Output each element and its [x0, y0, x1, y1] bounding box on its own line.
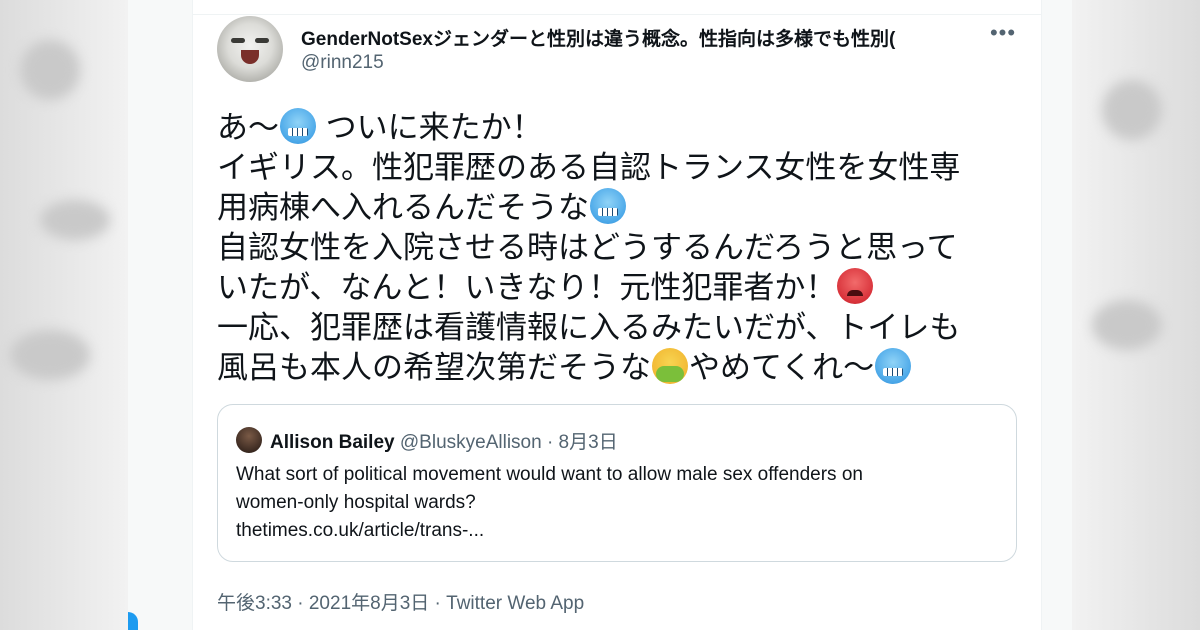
avatar-eye	[231, 38, 245, 43]
tweet-card: GenderNotSexジェンダーと性別は違う概念。性指向は多様でも性別( @r…	[192, 0, 1042, 630]
background-blob	[1102, 80, 1162, 140]
quoted-link[interactable]: thetimes.co.uk/article/trans-...	[236, 517, 996, 545]
cold-face-emoji-icon	[875, 348, 912, 384]
avatar-mouth	[241, 50, 259, 64]
avatar[interactable]	[217, 16, 283, 82]
cold-face-emoji-icon	[590, 188, 626, 224]
tweet-text-segment: ついに来たか！	[325, 110, 543, 145]
tweet-line: あ〜 ついに来たか！	[217, 108, 1017, 148]
background-blob	[20, 40, 80, 100]
background-blob	[1092, 300, 1162, 350]
tweet-text-segment: いたが、なんと！いきなり！元性犯罪者か！	[217, 270, 837, 305]
tweet-line: イギリス。性犯罪歴のある自認トランス女性を女性専	[217, 150, 961, 185]
angry-face-emoji-icon	[837, 268, 874, 304]
tweet-line: 一応、犯罪歴は看護情報に入るみたいだが、トイレも	[217, 310, 961, 345]
background-blur-right	[1072, 0, 1200, 630]
author-display-name[interactable]: GenderNotSexジェンダーと性別は違う概念。性指向は多様でも性別(	[301, 24, 961, 50]
divider	[193, 14, 1041, 15]
author-handle[interactable]: @rinn215	[301, 52, 384, 74]
tweet-text-segment: 用病棟へ入れるんだそうな	[217, 190, 589, 225]
quoted-tweet[interactable]: Allison Bailey @BluskyeAllison · 8月3日 Wh…	[217, 404, 1017, 562]
background-blob	[10, 330, 90, 380]
tweet-timestamp[interactable]: 午後3:33 · 2021年8月3日 · Twitter Web App	[217, 588, 584, 615]
tweet-text: あ〜 ついに来たか！ イギリス。性犯罪歴のある自認トランス女性を女性専 用病棟へ…	[217, 108, 1017, 388]
avatar-eye	[255, 38, 269, 43]
tweet-line: 風呂も本人の希望次第だそうな やめてくれ〜	[217, 348, 1017, 388]
quoted-author-name: Allison Bailey	[270, 432, 395, 453]
more-options-icon[interactable]: •••	[985, 20, 1021, 50]
vomiting-face-emoji-icon	[652, 348, 688, 384]
quoted-author-meta: @BluskyeAllison · 8月3日	[399, 432, 618, 453]
quoted-header: Allison Bailey @BluskyeAllison · 8月3日	[270, 427, 618, 454]
quoted-avatar	[236, 427, 262, 453]
tweet-text-segment: あ〜	[217, 110, 279, 145]
quoted-text-line: women-only hospital wards?	[236, 492, 476, 513]
tweet-line: 自認女性を入院させる時はどうするんだろうと思って	[217, 230, 958, 265]
background-blur-left	[0, 0, 128, 630]
background-blob	[40, 200, 110, 240]
tweet-text-segment: 風呂も本人の希望次第だそうな	[217, 350, 651, 385]
quoted-text-line: What sort of political movement would wa…	[236, 464, 863, 485]
cold-face-emoji-icon	[280, 108, 316, 144]
tweet-text-segment: やめてくれ〜	[689, 350, 875, 385]
tweet-line: いたが、なんと！いきなり！元性犯罪者か！	[217, 268, 1017, 308]
quoted-text: What sort of political movement would wa…	[236, 461, 996, 545]
tweet-line: 用病棟へ入れるんだそうな	[217, 188, 1017, 228]
